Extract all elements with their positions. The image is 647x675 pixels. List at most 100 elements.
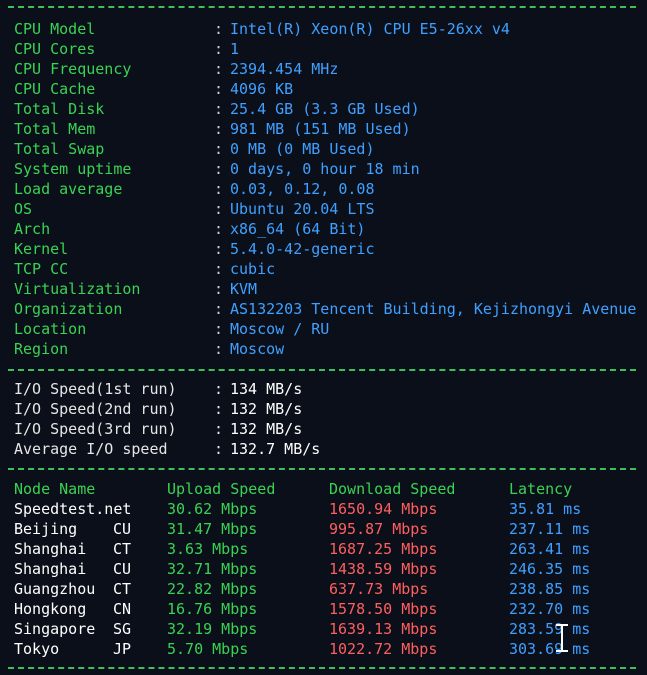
io-value: 132 MB/s [230, 420, 303, 438]
latency: 35.81 ms [509, 500, 582, 518]
latency: 232.70 ms [509, 600, 591, 618]
terminal-window[interactable]: CPU Model: Intel(R) Xeon(R) CPU E5-26xx v… [0, 0, 647, 675]
node-name: Beijing [14, 520, 78, 538]
separator-line [8, 468, 636, 470]
info-value: 0 days, 0 hour 18 min [230, 160, 420, 178]
upload-speed: 22.82 Mbps [167, 580, 258, 598]
download-speed: 1650.94 Mbps [329, 500, 438, 518]
info-colon: : [214, 200, 224, 218]
separator-line [8, 6, 636, 8]
download-speed: 1022.72 Mbps [329, 640, 438, 658]
info-value: 981 MB (151 MB Used) [230, 120, 411, 138]
download-speed: 995.87 Mbps [329, 520, 429, 538]
header-node-name: Node Name [14, 480, 96, 498]
io-label: I/O Speed(3rd run) [14, 420, 177, 438]
node-name: Hongkong [14, 600, 87, 618]
info-colon: : [214, 120, 224, 138]
node-name: Singapore [14, 620, 96, 638]
node-isp: CN [113, 600, 132, 618]
download-speed: 1687.25 Mbps [329, 540, 438, 558]
info-colon: : [214, 40, 224, 58]
separator-line [8, 369, 636, 371]
info-value: 5.4.0-42-generic [230, 240, 375, 258]
node-isp: CT [113, 540, 132, 558]
node-isp: CU [113, 560, 132, 578]
node-isp: CU [113, 520, 132, 538]
info-label: Arch [14, 220, 51, 238]
download-speed: 1438.59 Mbps [329, 560, 438, 578]
node-isp: JP [113, 640, 132, 658]
separator-line [8, 667, 636, 669]
info-label: Location [14, 320, 87, 338]
text-cursor-icon [556, 624, 568, 652]
io-value: 134 MB/s [230, 380, 303, 398]
info-label: Kernel [14, 240, 69, 258]
speedtest-header: Node Name Upload Speed Download Speed La… [14, 479, 572, 499]
info-colon: : [214, 160, 224, 178]
info-label: OS [14, 200, 33, 218]
info-value: 1 [230, 40, 240, 58]
info-label: System uptime [14, 160, 132, 178]
download-speed: 637.73 Mbps [329, 580, 429, 598]
node-name: Shanghai [14, 560, 87, 578]
info-label: CPU Model [14, 20, 96, 38]
info-colon: : [214, 100, 224, 118]
info-value: Ubuntu 20.04 LTS [230, 200, 375, 218]
latency: 246.35 ms [509, 560, 591, 578]
latency: 303.69 ms [509, 640, 591, 658]
node-isp: CT [113, 580, 132, 598]
info-value: 0 MB (0 MB Used) [230, 140, 375, 158]
upload-speed: 30.62 Mbps [167, 500, 258, 518]
info-colon: : [214, 140, 224, 158]
io-colon: : [214, 380, 224, 398]
info-value: cubic [230, 260, 276, 278]
info-value: KVM [230, 280, 258, 298]
info-value: 2394.454 MHz [230, 60, 339, 78]
info-colon: : [214, 280, 224, 298]
info-value: 0.03, 0.12, 0.08 [230, 180, 375, 198]
io-value: 132 MB/s [230, 400, 303, 418]
io-colon: : [214, 400, 224, 418]
upload-speed: 16.76 Mbps [167, 600, 258, 618]
info-colon: : [214, 260, 224, 278]
node-name: Shanghai [14, 540, 87, 558]
info-colon: : [214, 220, 224, 238]
latency: 283.59 ms [509, 620, 591, 638]
header-upload-speed: Upload Speed [167, 480, 276, 498]
upload-speed: 32.71 Mbps [167, 560, 258, 578]
info-colon: : [214, 20, 224, 38]
io-label: I/O Speed(2nd run) [14, 400, 177, 418]
info-colon: : [214, 180, 224, 198]
info-label: Virtualization [14, 280, 141, 298]
info-label: Total Swap [14, 140, 105, 158]
info-label: Total Disk [14, 100, 105, 118]
node-name: Speedtest.net [14, 500, 132, 518]
info-colon: : [214, 300, 224, 318]
latency: 263.41 ms [509, 540, 591, 558]
io-label: I/O Speed(1st run) [14, 380, 177, 398]
info-label: CPU Frequency [14, 60, 132, 78]
info-colon: : [214, 340, 224, 358]
info-colon: : [214, 80, 224, 98]
info-value: 4096 KB [230, 80, 294, 98]
io-value: 132.7 MB/s [230, 440, 321, 458]
info-colon: : [214, 60, 224, 78]
header-latency: Latency [509, 480, 573, 498]
info-value: Moscow / RU [230, 320, 330, 338]
header-download-speed: Download Speed [329, 480, 456, 498]
info-value: x86_64 (64 Bit) [230, 220, 366, 238]
upload-speed: 32.19 Mbps [167, 620, 258, 638]
latency: 238.85 ms [509, 580, 591, 598]
node-isp: SG [113, 620, 132, 638]
upload-speed: 31.47 Mbps [167, 520, 258, 538]
latency: 237.11 ms [509, 520, 591, 538]
info-label: Region [14, 340, 69, 358]
info-value: 25.4 GB (3.3 GB Used) [230, 100, 420, 118]
info-label: Load average [14, 180, 123, 198]
info-value: Intel(R) Xeon(R) CPU E5-26xx v4 [230, 20, 510, 38]
node-name: Guangzhou [14, 580, 96, 598]
upload-speed: 3.63 Mbps [167, 540, 249, 558]
info-label: CPU Cores [14, 40, 96, 58]
info-colon: : [214, 240, 224, 258]
io-label: Average I/O speed [14, 440, 168, 458]
